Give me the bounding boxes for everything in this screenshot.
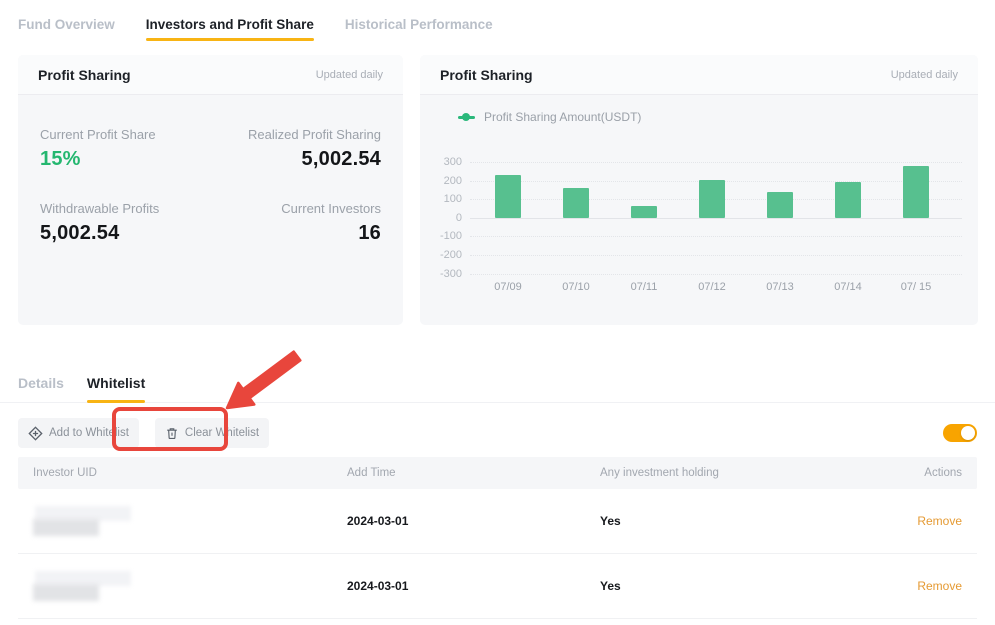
card-header: Profit Sharing Updated daily (18, 55, 403, 95)
x-axis-tick: 07/09 (478, 281, 538, 293)
holding-cell: Yes (600, 514, 902, 528)
y-axis-tick: -100 (420, 230, 462, 242)
trash-icon (165, 426, 179, 441)
line-dot-marker-icon (458, 116, 475, 119)
gridline (470, 274, 962, 275)
x-axis-tick: 07/10 (546, 281, 606, 293)
gridline (470, 255, 962, 256)
add-to-whitelist-button[interactable]: Add to Whitelist (18, 418, 139, 448)
y-axis-tick: 200 (420, 175, 462, 187)
y-axis-tick: -300 (420, 268, 462, 280)
gridline (470, 218, 962, 219)
whitelist-table: Investor UID Add Time Any investment hol… (18, 457, 977, 619)
stat-label: Current Profit Share (40, 127, 211, 142)
remove-link[interactable]: Remove (917, 514, 962, 528)
table-row: 2024-03-01Yes Remove (18, 489, 977, 554)
stat-current-investors: Current Investors 16 (211, 201, 382, 245)
y-axis-tick: 300 (420, 156, 462, 168)
bar-07-09 (495, 175, 521, 218)
tab-fund-overview[interactable]: Fund Overview (18, 17, 115, 41)
y-axis-tick: -200 (420, 249, 462, 261)
add-to-whitelist-label: Add to Whitelist (49, 427, 129, 439)
add-time-cell: 2024-03-01 (347, 514, 600, 528)
holding-cell: Yes (600, 579, 902, 593)
x-axis-tick: 07/13 (750, 281, 810, 293)
redacted-investor-uid (33, 505, 143, 537)
cards-row: Profit Sharing Updated daily Current Pro… (18, 55, 978, 325)
tab-details[interactable]: Details (18, 363, 64, 402)
x-axis-tick: 07/12 (682, 281, 742, 293)
card-title: Profit Sharing (38, 67, 131, 83)
table-header: Investor UID Add Time Any investment hol… (18, 457, 977, 489)
stat-label: Current Investors (211, 201, 382, 216)
x-axis-tick: 07/14 (818, 281, 878, 293)
stat-withdrawable-profits: Withdrawable Profits 5,002.54 (40, 201, 211, 245)
stat-label: Withdrawable Profits (40, 201, 211, 216)
clear-whitelist-label: Clear Whitelist (185, 427, 259, 439)
tab-investors-profit-share[interactable]: Investors and Profit Share (146, 17, 314, 41)
bar-07-12 (699, 180, 725, 218)
card-title: Profit Sharing (440, 67, 533, 83)
diamond-plus-icon (28, 426, 43, 441)
table-body: 2024-03-01YesRemove2024-03-01YesRemove (18, 489, 977, 619)
bar-07--15 (903, 166, 929, 218)
gridline (470, 162, 962, 163)
table-row: 2024-03-01Yes Remove (18, 554, 977, 619)
toggle-knob (961, 426, 975, 440)
remove-link[interactable]: Remove (917, 579, 962, 593)
stat-value: 16 (211, 222, 382, 245)
section-tabs: Details Whitelist (0, 363, 995, 403)
profit-sharing-chart-card: Profit Sharing Updated daily Profit Shar… (420, 55, 978, 325)
x-axis-tick: 07/ 15 (886, 281, 946, 293)
y-axis-tick: 100 (420, 193, 462, 205)
main-tabs: Fund Overview Investors and Profit Share… (0, 0, 995, 41)
stat-label: Realized Profit Sharing (211, 127, 382, 142)
stat-value: 5,002.54 (40, 222, 211, 245)
whitelist-toolbar: Add to Whitelist Clear Whitelist (18, 417, 977, 449)
card-header: Profit Sharing Updated daily (420, 55, 978, 95)
gridline (470, 236, 962, 237)
legend-label: Profit Sharing Amount(USDT) (484, 110, 641, 124)
col-add-time: Add Time (347, 467, 600, 479)
stat-realized-profit-sharing: Realized Profit Sharing 5,002.54 (211, 127, 382, 171)
tab-historical-performance[interactable]: Historical Performance (345, 17, 493, 41)
y-axis-tick: 0 (420, 212, 462, 224)
bar-07-10 (563, 188, 589, 218)
whitelist-toggle[interactable] (943, 424, 977, 442)
stat-value: 15% (40, 148, 211, 171)
chart-legend: Profit Sharing Amount(USDT) (458, 110, 641, 124)
stat-value: 5,002.54 (211, 148, 382, 171)
redacted-investor-uid (33, 570, 143, 602)
add-time-cell: 2024-03-01 (347, 579, 600, 593)
col-investor-uid: Investor UID (33, 467, 347, 479)
bar-07-14 (835, 182, 861, 218)
stat-current-profit-share: Current Profit Share 15% (40, 127, 211, 171)
col-any-investment-holding: Any investment holding (600, 467, 902, 479)
updated-daily-label: Updated daily (316, 69, 383, 81)
col-actions: Actions (902, 467, 962, 479)
updated-daily-label: Updated daily (891, 69, 958, 81)
chart-plot: Profit Sharing Amount(USDT) 300 200 100 0 -1… (420, 95, 978, 324)
clear-whitelist-button[interactable]: Clear Whitelist (155, 418, 269, 448)
bar-07-11 (631, 206, 657, 218)
profit-sharing-stats-card: Profit Sharing Updated daily Current Pro… (18, 55, 403, 325)
tab-whitelist[interactable]: Whitelist (87, 363, 145, 402)
stats-grid: Current Profit Share 15% Realized Profit… (18, 95, 403, 245)
bar-07-13 (767, 192, 793, 218)
x-axis-tick: 07/11 (614, 281, 674, 293)
